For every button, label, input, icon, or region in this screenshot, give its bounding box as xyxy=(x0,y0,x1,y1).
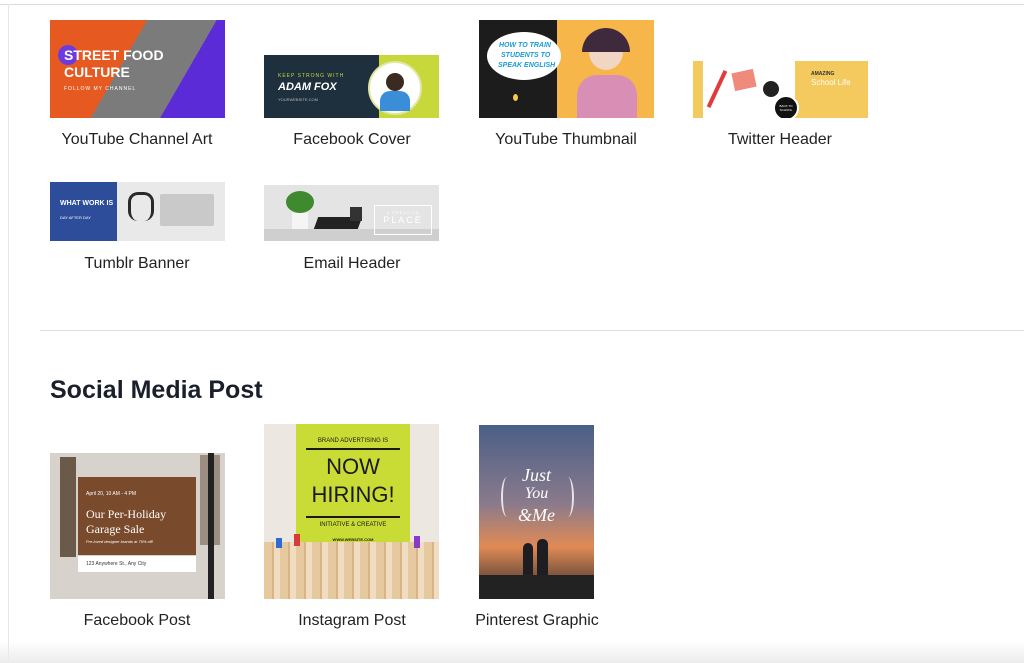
blue-panel xyxy=(50,182,117,241)
laurel-right-icon xyxy=(562,477,574,517)
template-label[interactable]: Facebook Cover xyxy=(237,131,467,149)
instagram-post-thumbnail[interactable]: BRAND ADVERTISING IS NOW HIRING! INITIAT… xyxy=(264,424,439,599)
thumb-text: NOW xyxy=(326,454,380,479)
bottom-fade xyxy=(0,641,1024,663)
cup-icon xyxy=(763,81,779,97)
lightbulb-icon xyxy=(513,94,518,101)
left-border xyxy=(8,4,9,663)
couple-silhouette xyxy=(523,543,533,579)
template-label[interactable]: Facebook Post xyxy=(22,612,252,630)
thumb-text: FOLLOW MY CHANNEL xyxy=(64,86,137,92)
template-label[interactable]: Twitter Header xyxy=(665,131,895,149)
badge-text: BACK TO SCHOOL xyxy=(779,104,793,112)
colored-pencils-icon xyxy=(264,542,439,599)
top-border xyxy=(0,4,1024,5)
thumb-text: SPEAK ENGLISH xyxy=(498,62,556,69)
pot-icon xyxy=(292,213,308,229)
section-title: Social Media Post xyxy=(50,376,263,404)
thumb-text: 123 Anywhere St., Any City xyxy=(86,561,147,567)
thumb-text: STUDENTS TO xyxy=(501,52,551,59)
poster-rule xyxy=(306,448,400,450)
back-to-school-badge: BACK TO SCHOOL xyxy=(773,95,799,118)
thumb-text: KEEP STRONG WITH xyxy=(278,73,345,79)
pencil-tip xyxy=(276,538,282,548)
tumblr-banner-thumbnail[interactable]: WHAT WORK IS DAY AFTER DAY xyxy=(50,182,225,241)
thumb-text: YOURWEBSITE.COM xyxy=(278,97,318,102)
poster-rule xyxy=(306,516,400,518)
text-frame: A CREATIVE PLACE xyxy=(374,205,432,235)
thumb-text: CULTURE xyxy=(64,64,130,80)
template-label[interactable]: Email Header xyxy=(237,255,467,273)
email-header-thumbnail[interactable]: A CREATIVE PLACE xyxy=(264,185,439,241)
twitter-header-thumbnail[interactable]: BACK TO SCHOOL AMAZING School Life xyxy=(693,61,868,118)
laurel-left-icon xyxy=(501,477,513,517)
youtube-thumbnail-thumbnail[interactable]: HOW TO TRAIN STUDENTS TO SPEAK ENGLISH xyxy=(479,20,654,118)
avatar xyxy=(368,61,422,115)
rack-pole xyxy=(208,453,214,599)
thumb-text: You xyxy=(524,485,549,502)
thumb-text: Pre-loved designer brands at 70% off! xyxy=(86,539,154,544)
thumb-text: HIRING! xyxy=(311,482,395,507)
thumb-text: DAY AFTER DAY xyxy=(60,215,91,220)
thumb-text: AMAZING xyxy=(811,71,835,77)
couple-silhouette xyxy=(537,539,548,579)
thumb-text: ADAM FOX xyxy=(278,81,337,93)
template-label[interactable]: YouTube Channel Art xyxy=(22,131,252,149)
pencil-tip xyxy=(414,536,420,548)
thumb-text: STREET FOOD xyxy=(64,47,164,63)
thumb-text: School Life xyxy=(811,78,851,87)
thumb-text: Garage Sale xyxy=(86,522,145,536)
thumb-text: Our Per-Holiday xyxy=(86,507,167,521)
pinterest-graphic-thumbnail[interactable]: Just You &Me xyxy=(479,425,594,599)
thumb-text: HOW TO TRAIN xyxy=(499,42,551,49)
thumb-text: April 20, 10 AM - 4 PM xyxy=(86,491,137,497)
facebook-post-thumbnail[interactable]: April 20, 10 AM - 4 PM Our Per-Holiday G… xyxy=(50,453,225,599)
template-label[interactable]: Tumblr Banner xyxy=(22,255,252,273)
girl-shirt xyxy=(577,75,637,118)
thumb-text: WHAT WORK IS xyxy=(60,200,114,207)
youtube-channel-art-thumbnail[interactable]: STREET FOOD CULTURE FOLLOW MY CHANNEL xyxy=(50,20,225,118)
ground xyxy=(479,575,594,599)
cup-icon xyxy=(350,207,362,221)
thumb-text: Just xyxy=(522,465,551,485)
pencil-tip xyxy=(294,534,300,546)
clothes-rack-item xyxy=(60,457,76,557)
thumb-text: PLACE xyxy=(383,215,423,225)
template-label[interactable]: YouTube Thumbnail xyxy=(451,131,681,149)
thumb-text: INITIATIVE & CREATIVE xyxy=(319,522,387,528)
laptop-icon xyxy=(160,194,214,226)
headphones-icon xyxy=(128,192,154,221)
plant-icon xyxy=(286,191,314,213)
thumb-text: BRAND ADVERTISING IS xyxy=(317,438,389,444)
template-label[interactable]: Pinterest Graphic xyxy=(422,612,652,630)
thumb-text: &Me xyxy=(518,505,555,525)
facebook-cover-thumbnail[interactable]: KEEP STRONG WITH ADAM FOX YOURWEBSITE.CO… xyxy=(264,55,439,118)
section-divider xyxy=(40,330,1024,331)
